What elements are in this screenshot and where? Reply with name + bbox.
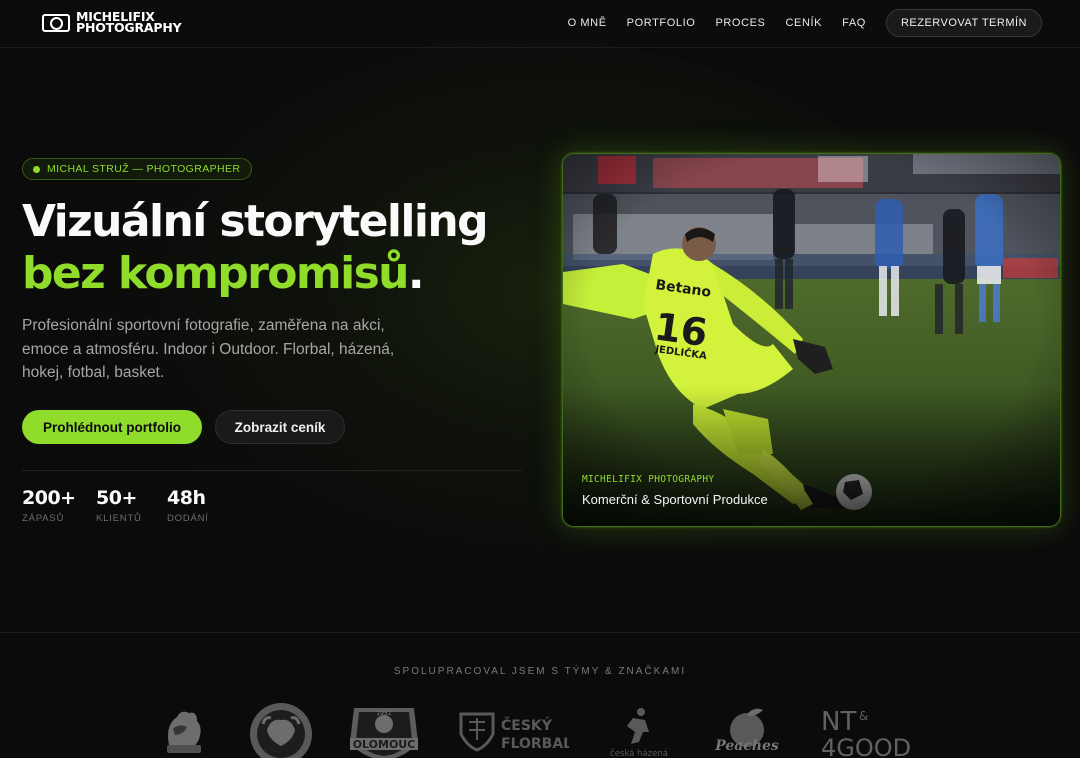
badge-text: MICHAL STRUŽ — PHOTOGRAPHER <box>47 163 241 175</box>
stat-label: ZÁPASŮ <box>22 513 65 524</box>
camera-icon <box>40 11 72 33</box>
ceska-hazena-logo: česká házená <box>608 702 670 758</box>
hero-title: Vizuální storytelling bez kompromisů. <box>22 196 489 300</box>
team-rooster-logo <box>158 702 208 758</box>
cesky-florbal-logo: ČESKÝ FLORBAL <box>455 702 570 758</box>
stat-delivery: 48h DODÁNÍ <box>167 487 209 524</box>
nav-item-o-mne[interactable]: O MNĚ <box>568 9 607 37</box>
olomouc-logo: 1951 OLOMOUC <box>345 702 423 758</box>
4good-text: 4GOOD <box>821 734 911 758</box>
olomouc-text: OLOMOUC <box>353 738 416 751</box>
card-caption: Komerční & Sportovní Produkce <box>582 492 768 507</box>
cesky-text: ČESKÝ <box>501 716 553 734</box>
book-appointment-button[interactable]: REZERVOVAT TERMÍN <box>885 9 1042 37</box>
view-portfolio-button[interactable]: Prohlédnout portfolio <box>22 410 202 444</box>
stat-label: KLIENTŮ <box>96 513 142 524</box>
florbal-text: FLORBAL <box>501 736 569 752</box>
ampersand-text: & <box>859 709 868 723</box>
stat-clients: 50+ KLIENTŮ <box>96 487 142 524</box>
stat-value: 50+ <box>96 487 137 509</box>
partners-title: SPOLUPRACOVAL JSEM S TÝMY & ZNAČKAMI <box>393 666 687 677</box>
nt-text: NT <box>821 707 856 737</box>
nav-item-cenik[interactable]: CENÍK <box>786 9 823 37</box>
hero-photo-card[interactable]: Betano 16 JEDLIČKA MICHELIFIX PHOTOGRAPH… <box>562 153 1061 527</box>
hero-title-line1: Vizuální storytelling <box>22 196 489 247</box>
partners-divider <box>0 632 1080 633</box>
peaches-logo: Peaches <box>706 702 784 758</box>
card-kicker: MICHELIFIX PHOTOGRAPHY <box>582 474 715 485</box>
view-pricing-button[interactable]: Zobrazit ceník <box>215 410 345 444</box>
olomouc-year: 1951 <box>376 710 391 717</box>
hazena-text: česká házená <box>610 748 668 758</box>
nav-item-faq[interactable]: FAQ <box>842 9 866 37</box>
stat-value: 48h <box>167 487 206 509</box>
nt4good-logo: NT & 4GOOD <box>818 702 928 758</box>
logo-line-2: PHOTOGRAPHY <box>76 20 182 35</box>
hero-title-accent: bez kompromisů <box>22 248 409 299</box>
photographer-badge: MICHAL STRUŽ — PHOTOGRAPHER <box>22 158 253 180</box>
nav-item-proces[interactable]: PROCES <box>715 9 765 37</box>
hero-subtitle: Profesionální sportovní fotografie, zamě… <box>22 317 395 381</box>
peaches-text: Peaches <box>714 738 779 754</box>
hero-title-period: . <box>407 248 425 299</box>
nav-item-portfolio[interactable]: PORTFOLIO <box>627 9 696 37</box>
stats-divider <box>22 470 522 471</box>
main-nav: O MNĚ PORTFOLIO PROCES CENÍK FAQ REZERVO… <box>568 9 1042 37</box>
brand-logo[interactable]: MICHELIFIX PHOTOGRAPHY <box>40 10 182 35</box>
stat-value: 200+ <box>22 487 76 509</box>
bison-club-logo <box>248 702 314 758</box>
stat-matches: 200+ ZÁPASŮ <box>22 487 76 524</box>
stat-label: DODÁNÍ <box>167 513 209 524</box>
status-dot-icon <box>33 165 40 173</box>
